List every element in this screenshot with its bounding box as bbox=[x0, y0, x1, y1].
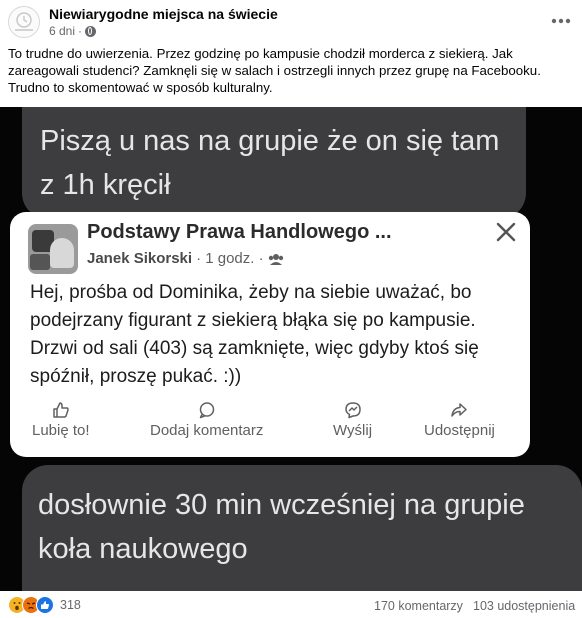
shares-count[interactable]: 103 udostępnienia bbox=[473, 599, 575, 613]
close-icon bbox=[496, 222, 516, 242]
comment-icon bbox=[199, 402, 214, 419]
chat-bubble-bottom-text: dosłownie 30 min wcześniej na grupie koł… bbox=[38, 489, 525, 565]
post-footer: 318 170 komentarzy 103 udostępnienia bbox=[0, 592, 582, 618]
group-name: Podstawy Prawa Handlowego ... bbox=[87, 221, 392, 243]
card-actions: Lubię to! Dodaj komentarz Wyślij Udostęp… bbox=[10, 398, 530, 454]
comments-count[interactable]: 170 komentarzy bbox=[374, 599, 463, 613]
author-name: Janek Sikorski bbox=[87, 250, 193, 267]
globe-icon bbox=[85, 25, 97, 37]
reactions-summary[interactable]: 318 bbox=[8, 596, 81, 614]
like-label: Lubię to! bbox=[32, 422, 90, 439]
post-photo[interactable]: Piszą u nas na grupie że on się tam z 1h… bbox=[0, 107, 582, 591]
like-icon bbox=[53, 402, 69, 418]
post-time[interactable]: 6 dni bbox=[49, 24, 75, 38]
card-send-action: Wyślij bbox=[333, 398, 372, 439]
author-line: Janek Sikorski · 1 godz. · bbox=[87, 250, 284, 267]
card-post-text: Hej, prośba od Dominika, żeby na siebie … bbox=[30, 282, 479, 387]
card-post-time: · 1 godz. · bbox=[196, 250, 264, 267]
page-avatar[interactable] bbox=[8, 6, 40, 38]
card-share-action: Udostępnij bbox=[424, 398, 495, 439]
reaction-count: 318 bbox=[60, 598, 81, 612]
group-icon bbox=[268, 253, 283, 265]
share-label: Udostępnij bbox=[424, 422, 495, 439]
more-icon[interactable] bbox=[548, 8, 574, 34]
page-name[interactable]: Niewiarygodne miejsca na świecie bbox=[49, 6, 278, 22]
messenger-icon bbox=[344, 402, 361, 419]
meta-separator: · bbox=[78, 24, 83, 38]
reaction-like-icon bbox=[36, 596, 54, 614]
send-label: Wyślij bbox=[333, 422, 373, 439]
share-icon bbox=[451, 403, 468, 417]
post-caption: To trudne do uwierzenia. Przez godzinę p… bbox=[8, 46, 541, 95]
post-meta: 6 dni · bbox=[49, 24, 97, 38]
page-logo-icon bbox=[15, 12, 33, 31]
post-header: Niewiarygodne miejsca na świecie 6 dni · bbox=[0, 0, 582, 44]
screenshot-card: Podstawy Prawa Handlowego ... Janek Siko… bbox=[10, 212, 530, 457]
card-like-action: Lubię to! bbox=[32, 398, 90, 439]
more-dots-icon bbox=[551, 18, 571, 24]
chat-bubble-top-text: Piszą u nas na grupie że on się tam z 1h… bbox=[40, 125, 500, 201]
comment-label: Dodaj komentarz bbox=[150, 422, 264, 439]
card-comment-action: Dodaj komentarz bbox=[150, 398, 263, 439]
group-avatar bbox=[28, 224, 78, 274]
